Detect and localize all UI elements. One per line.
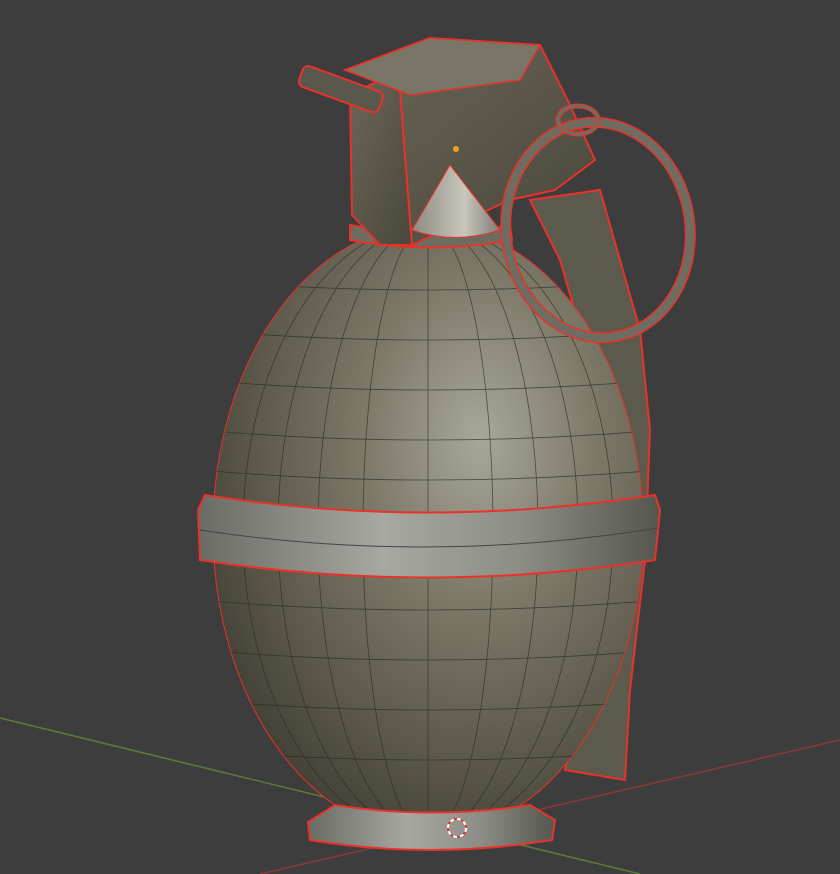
3d-viewport[interactable] xyxy=(0,0,840,874)
viewport-canvas[interactable] xyxy=(0,0,840,874)
grenade-mesh[interactable] xyxy=(196,36,704,851)
base-foot[interactable] xyxy=(306,803,557,851)
origin-dot xyxy=(453,146,459,152)
